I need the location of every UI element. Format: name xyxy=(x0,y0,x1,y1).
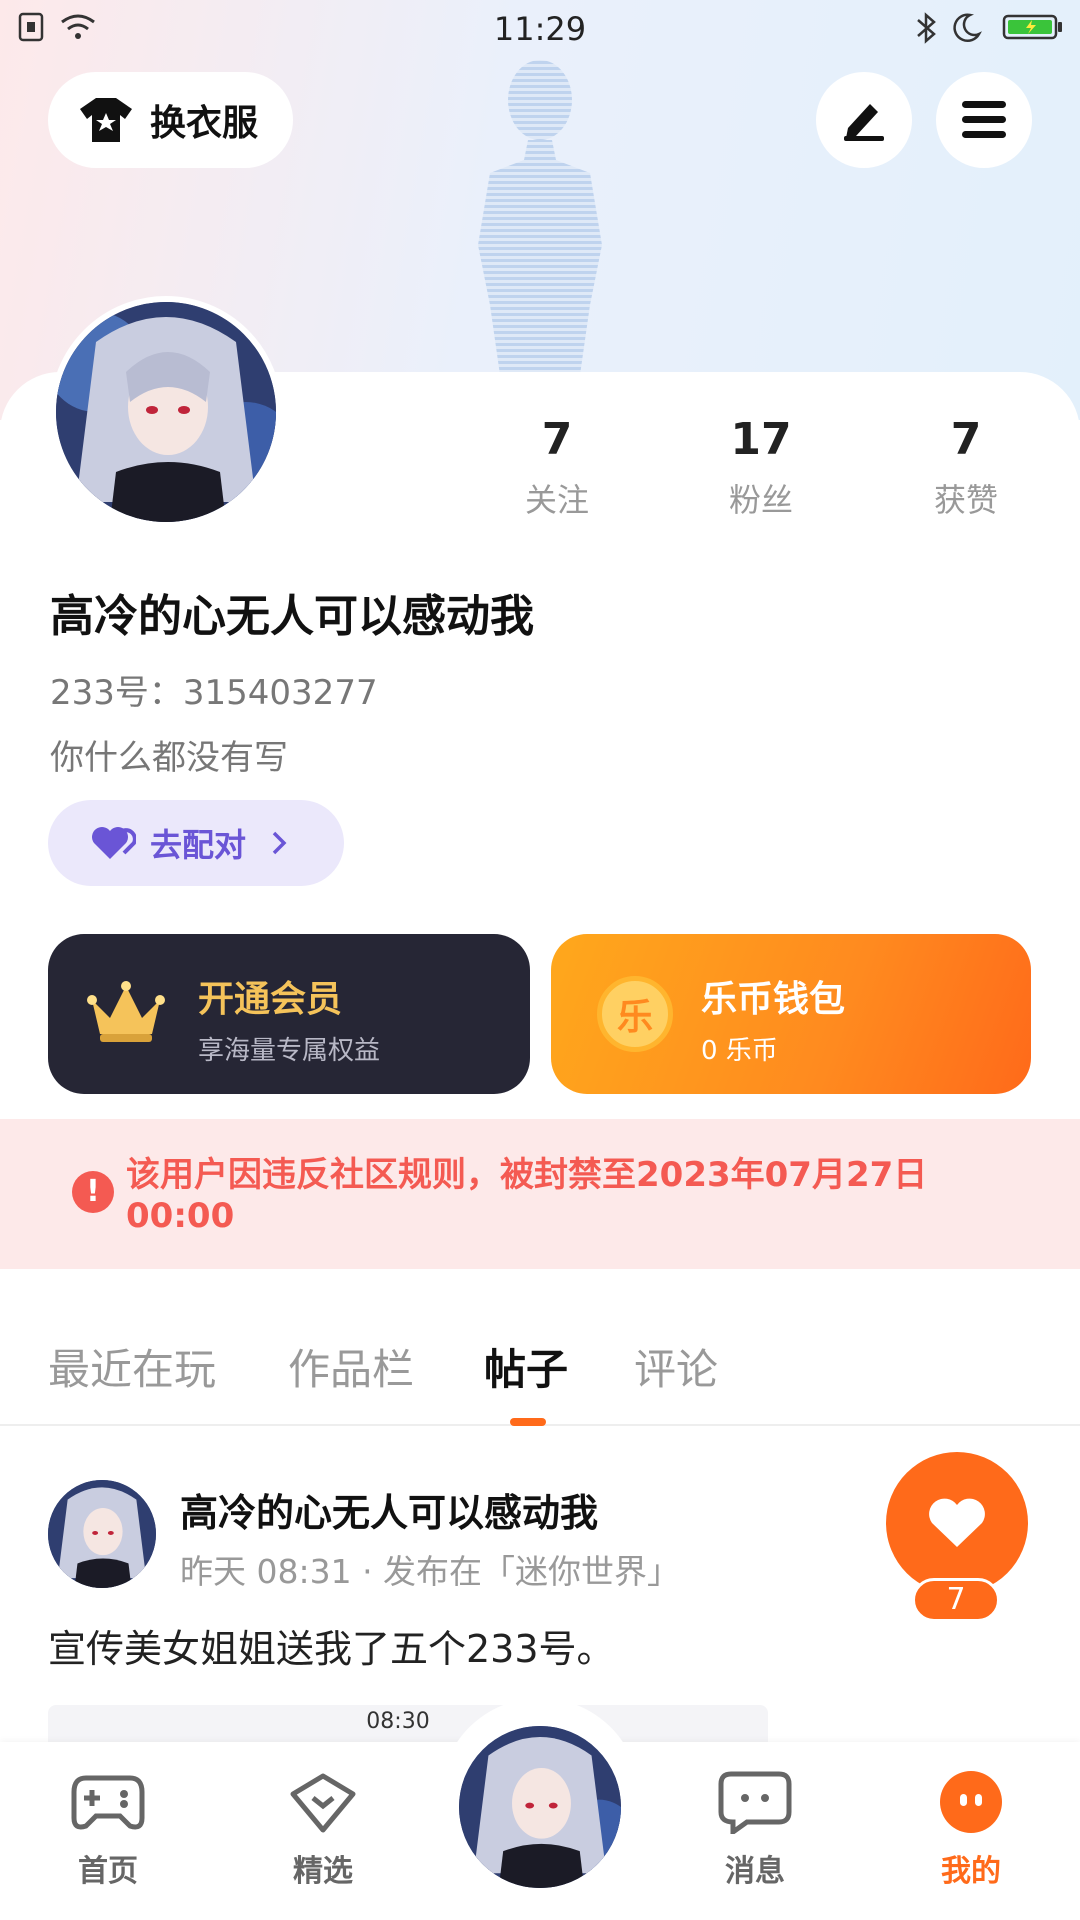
vip-membership-card[interactable]: 开通会员 享海量专属权益 xyxy=(48,934,530,1094)
crown-icon xyxy=(87,981,165,1042)
do-not-disturb-moon-icon xyxy=(953,13,982,43)
vip-subtitle: 享海量专属权益 xyxy=(198,1036,381,1066)
profile-tabs: 最近在玩 作品栏 帖子 评论 xyxy=(0,1330,1080,1426)
bluetooth-icon xyxy=(917,12,936,44)
tab-recently-played[interactable]: 最近在玩 xyxy=(48,1336,216,1397)
dress-up-button[interactable]: 换衣服 xyxy=(48,72,293,168)
heart-icon xyxy=(929,1498,985,1547)
wallet-balance: 0 乐币 xyxy=(701,1036,778,1066)
stat-following[interactable]: 7 关注 xyxy=(477,414,637,521)
nav-messages-label: 消息 xyxy=(725,1854,785,1889)
fans-label: 粉丝 xyxy=(728,481,793,519)
pen-icon xyxy=(844,104,884,141)
nav-featured[interactable]: 精选 xyxy=(248,1770,398,1890)
coin-icon: 乐 xyxy=(597,976,673,1052)
match-button[interactable]: 去配对 xyxy=(48,800,344,886)
profile-dots-icon xyxy=(940,1771,1002,1833)
post-author-avatar[interactable] xyxy=(48,1480,156,1588)
gamepad-icon xyxy=(71,1775,145,1830)
post-body[interactable]: 宣传美女姐姐送我了五个233号。 xyxy=(48,1618,615,1673)
profile-uid: 233号：315403277 xyxy=(50,673,378,713)
like-button[interactable] xyxy=(886,1452,1028,1594)
tab-posts[interactable]: 帖子 xyxy=(484,1336,568,1397)
chevron-right-icon xyxy=(272,831,287,855)
profile-name: 高冷的心无人可以感动我 xyxy=(50,591,534,642)
dress-up-label: 换衣服 xyxy=(150,103,259,144)
vip-title: 开通会员 xyxy=(198,979,343,1020)
following-label: 关注 xyxy=(524,481,589,519)
stat-fans[interactable]: 17 粉丝 xyxy=(681,414,841,521)
like-count-badge: 7 xyxy=(912,1578,1000,1622)
nav-messages[interactable]: 消息 xyxy=(680,1770,830,1890)
tab-comments[interactable]: 评论 xyxy=(634,1336,718,1397)
chat-icon xyxy=(718,1771,792,1837)
nav-me-label: 我的 xyxy=(941,1854,1001,1889)
heart-badge-icon xyxy=(290,1773,356,1833)
post-author-name[interactable]: 高冷的心无人可以感动我 xyxy=(180,1482,598,1537)
double-heart-icon xyxy=(92,827,136,859)
likes-label: 获赞 xyxy=(933,481,998,519)
following-count: 7 xyxy=(541,414,573,465)
nav-home-label: 首页 xyxy=(78,1854,138,1889)
status-bar: 11:29 xyxy=(0,0,1080,56)
anime-avatar-image xyxy=(56,302,276,522)
nav-featured-label: 精选 xyxy=(293,1854,353,1889)
stat-likes[interactable]: 7 获赞 xyxy=(886,414,1046,521)
anime-avatar-image xyxy=(48,1480,156,1588)
post-meta: 昨天 08:31 · 发布在「迷你世界」 xyxy=(180,1552,681,1591)
tab-active-indicator xyxy=(510,1418,546,1426)
tab-works[interactable]: 作品栏 xyxy=(288,1336,414,1397)
nav-me[interactable]: 我的 xyxy=(896,1770,1046,1890)
avatar-3d-figure[interactable] xyxy=(440,55,640,375)
ban-notice: ! 该用户因违反社区规则，被封禁至2023年07月27日00:00 xyxy=(0,1119,1080,1269)
fans-count: 17 xyxy=(730,414,792,465)
menu-icon xyxy=(962,101,1006,138)
tshirt-icon xyxy=(80,98,132,142)
profile-avatar[interactable] xyxy=(50,296,282,528)
alert-icon: ! xyxy=(72,1171,114,1213)
anime-avatar-image xyxy=(459,1726,621,1888)
edit-profile-button[interactable] xyxy=(816,72,912,168)
nav-avatar-center[interactable] xyxy=(455,1722,625,1892)
likes-count: 7 xyxy=(950,414,982,465)
match-label: 去配对 xyxy=(150,826,247,864)
wallet-title: 乐币钱包 xyxy=(701,979,846,1020)
battery-icon xyxy=(1002,14,1062,40)
preview-status-time: 08:30 xyxy=(366,1709,430,1734)
profile-bio: 你什么都没有写 xyxy=(50,738,288,778)
coin-char: 乐 xyxy=(616,997,653,1038)
menu-button[interactable] xyxy=(936,72,1032,168)
wallet-card[interactable]: 乐 乐币钱包 0 乐币 xyxy=(551,934,1031,1094)
ban-notice-text: 该用户因违反社区规则，被封禁至2023年07月27日00:00 xyxy=(126,1155,928,1236)
post-image-preview[interactable]: 08:30 xyxy=(48,1705,768,1745)
nav-home[interactable]: 首页 xyxy=(33,1770,183,1890)
